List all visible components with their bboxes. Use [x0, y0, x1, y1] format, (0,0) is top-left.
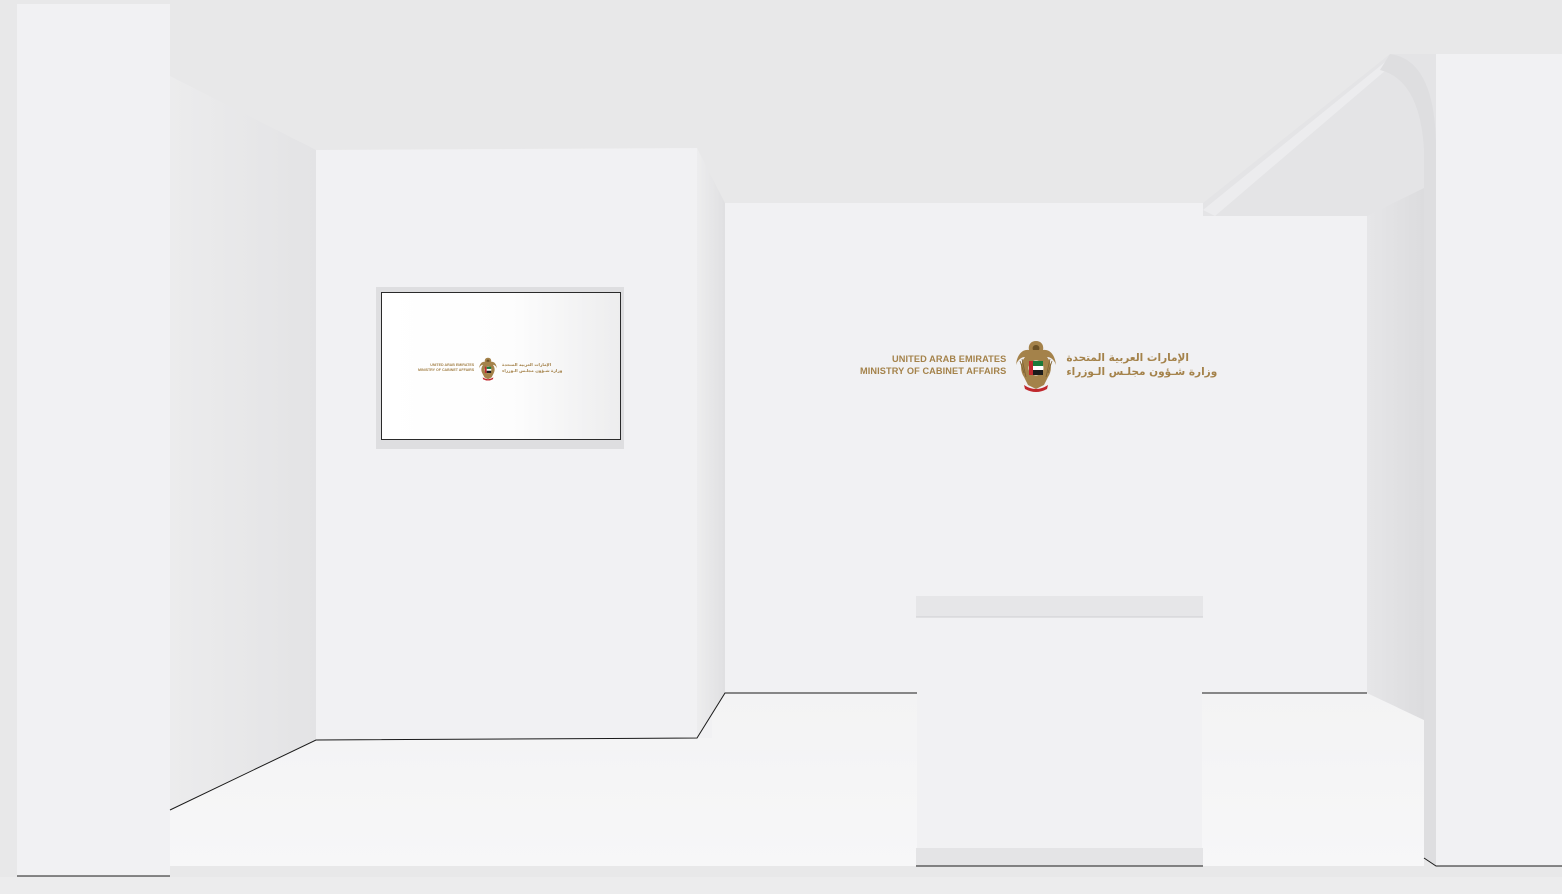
- left-side-wall: [170, 76, 316, 810]
- right-front-panel: [1436, 54, 1562, 866]
- uae-falcon-emblem-icon: [1016, 341, 1057, 392]
- wall-return: [697, 148, 725, 738]
- wall-logo-en-line2: MINISTRY OF CABINET AFFAIRS: [860, 366, 1007, 376]
- right-inner-wall: [1367, 188, 1424, 720]
- screen-logo-ar-line2: وزارة شـؤون مجلـس الـوزراء: [502, 368, 563, 373]
- wall-logo-ar-line1: الإمارات العربية المتحدة: [1066, 351, 1189, 364]
- wall-logo-en-line1: UNITED ARAB EMIRATES: [892, 353, 1007, 364]
- wall-logo-arabic: الإمارات العربية المتحدة وزارة شـؤون مجل…: [1066, 351, 1217, 379]
- wall-logo: UNITED ARAB EMIRATES MINISTRY OF CABINET…: [860, 336, 1217, 394]
- screen-logo-en-line2: MINISTRY OF CABINET AFFAIRS: [418, 368, 475, 372]
- left-column: [17, 4, 170, 876]
- foreground-edge: [0, 877, 1562, 894]
- counter-top: [916, 596, 1203, 617]
- counter-base: [916, 848, 1203, 866]
- uae-falcon-emblem-icon: [479, 357, 498, 381]
- exhibition-booth-render: [0, 0, 1562, 894]
- wall-logo-english: UNITED ARAB EMIRATES MINISTRY OF CABINET…: [860, 353, 1006, 378]
- wall-logo-ar-line2: وزارة شـؤون مجلـس الـوزراء: [1066, 366, 1218, 378]
- screen-logo: UNITED ARAB EMIRATES MINISTRY OF CABINET…: [418, 355, 562, 381]
- screen-logo-english: UNITED ARAB EMIRATES MINISTRY OF CABINET…: [418, 363, 474, 373]
- screen-logo-arabic: الإمارات العربية المتحدة وزارة شـؤون مجل…: [502, 362, 562, 373]
- counter-body: [917, 616, 1202, 850]
